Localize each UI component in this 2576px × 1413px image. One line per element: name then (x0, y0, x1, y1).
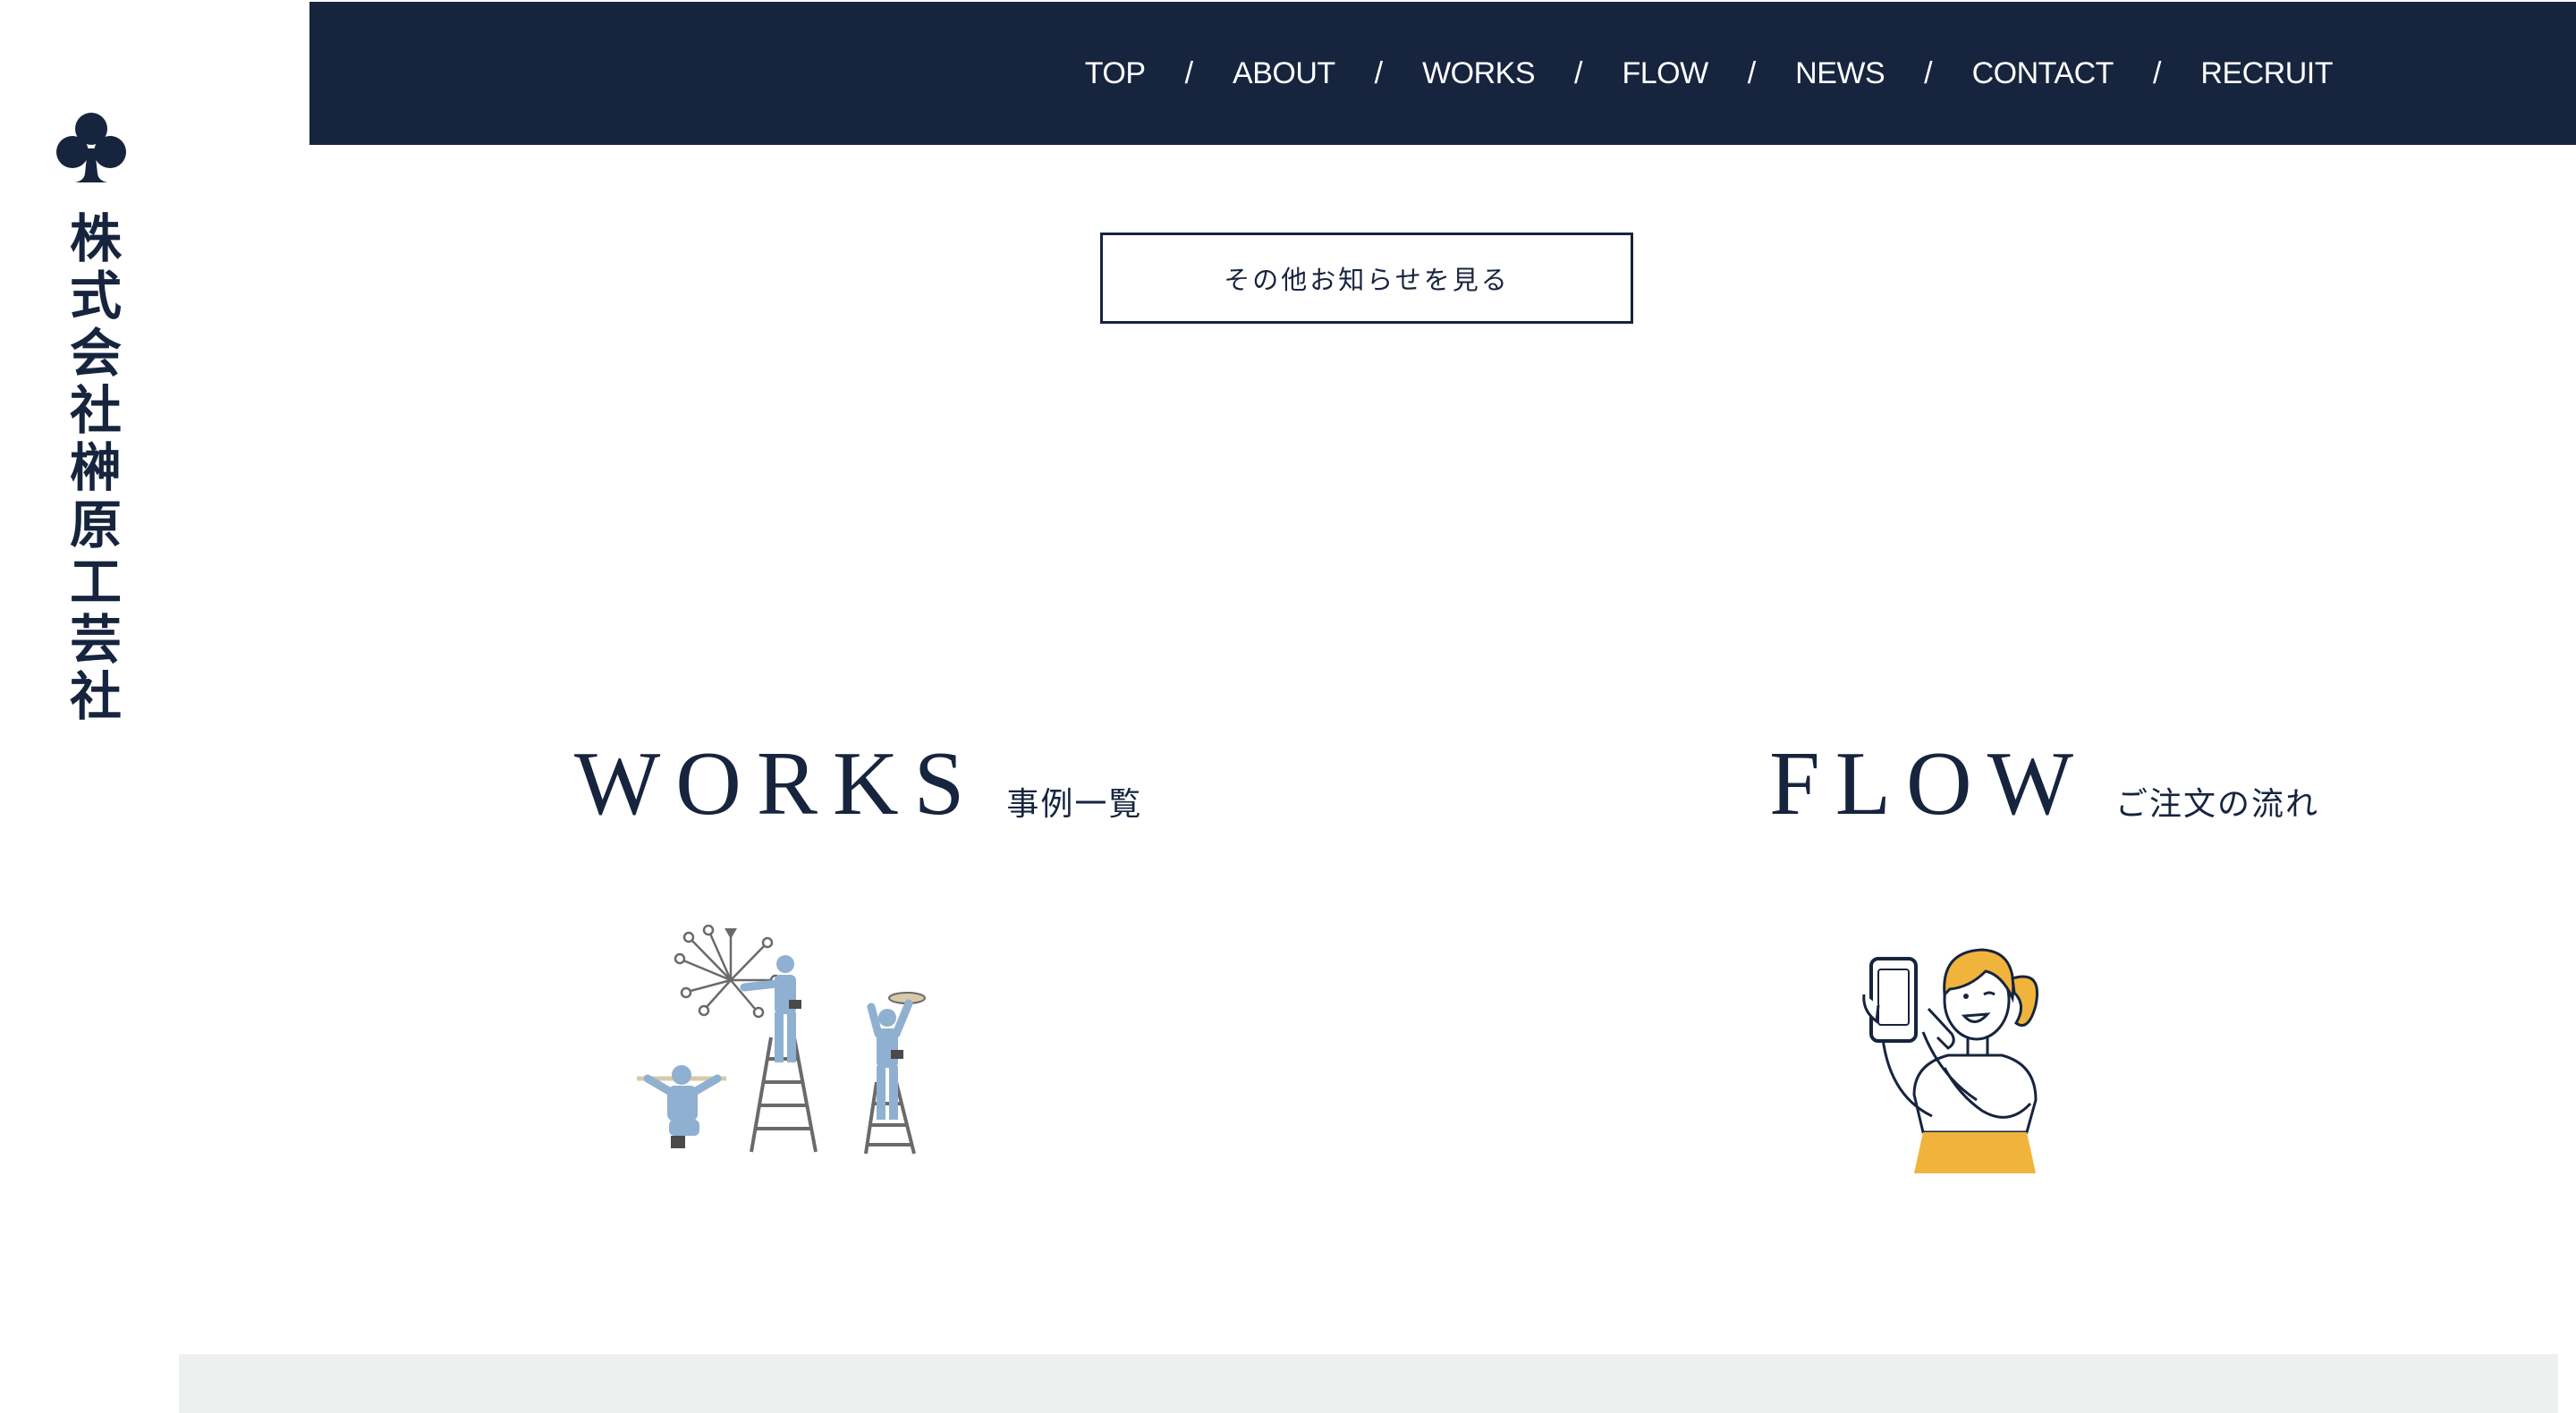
header-nav-bar: TOP / ABOUT / WORKS / FLOW / NEWS / CONT… (309, 2, 2576, 145)
nav-top[interactable]: TOP (1085, 56, 1146, 91)
more-news-button[interactable]: その他お知らせを見る (1100, 233, 1633, 324)
nav-separator: / (2152, 55, 2162, 90)
flow-title: FLOW (1769, 733, 2089, 834)
flow-subtitle: ご注文の流れ (2114, 786, 2319, 823)
nav-news[interactable]: NEWS (1795, 56, 1885, 91)
flow-heading[interactable]: FLOW ご注文の流れ (1769, 739, 2319, 830)
nav-separator: / (1747, 55, 1757, 90)
nav-separator: / (1924, 55, 1933, 90)
club-suit-icon (56, 113, 126, 182)
nav-flow[interactable]: FLOW (1623, 56, 1709, 91)
nav-works[interactable]: WORKS (1422, 56, 1535, 91)
nav-separator: / (1374, 55, 1384, 90)
works-title: WORKS (574, 733, 980, 834)
workers-installing-chandelier-illustration[interactable] (637, 925, 946, 1166)
nav-separator: / (1574, 55, 1583, 90)
works-heading[interactable]: WORKS 事例一覧 (574, 739, 1142, 830)
main-nav: TOP / ABOUT / WORKS / FLOW / NEWS / CONT… (1085, 2, 2334, 145)
next-section-band (179, 1354, 2558, 1413)
works-subtitle: 事例一覧 (1006, 786, 1143, 823)
company-name: 株式会社榊原工芸社 (61, 211, 122, 726)
nav-separator: / (1184, 55, 1194, 90)
nav-about[interactable]: ABOUT (1233, 56, 1335, 91)
nav-recruit[interactable]: RECRUIT (2200, 56, 2333, 91)
woman-holding-smartphone-illustration[interactable] (1852, 925, 2075, 1173)
site-logo[interactable]: 株式会社榊原工芸社 (52, 109, 131, 726)
nav-contact[interactable]: CONTACT (1972, 56, 2114, 91)
